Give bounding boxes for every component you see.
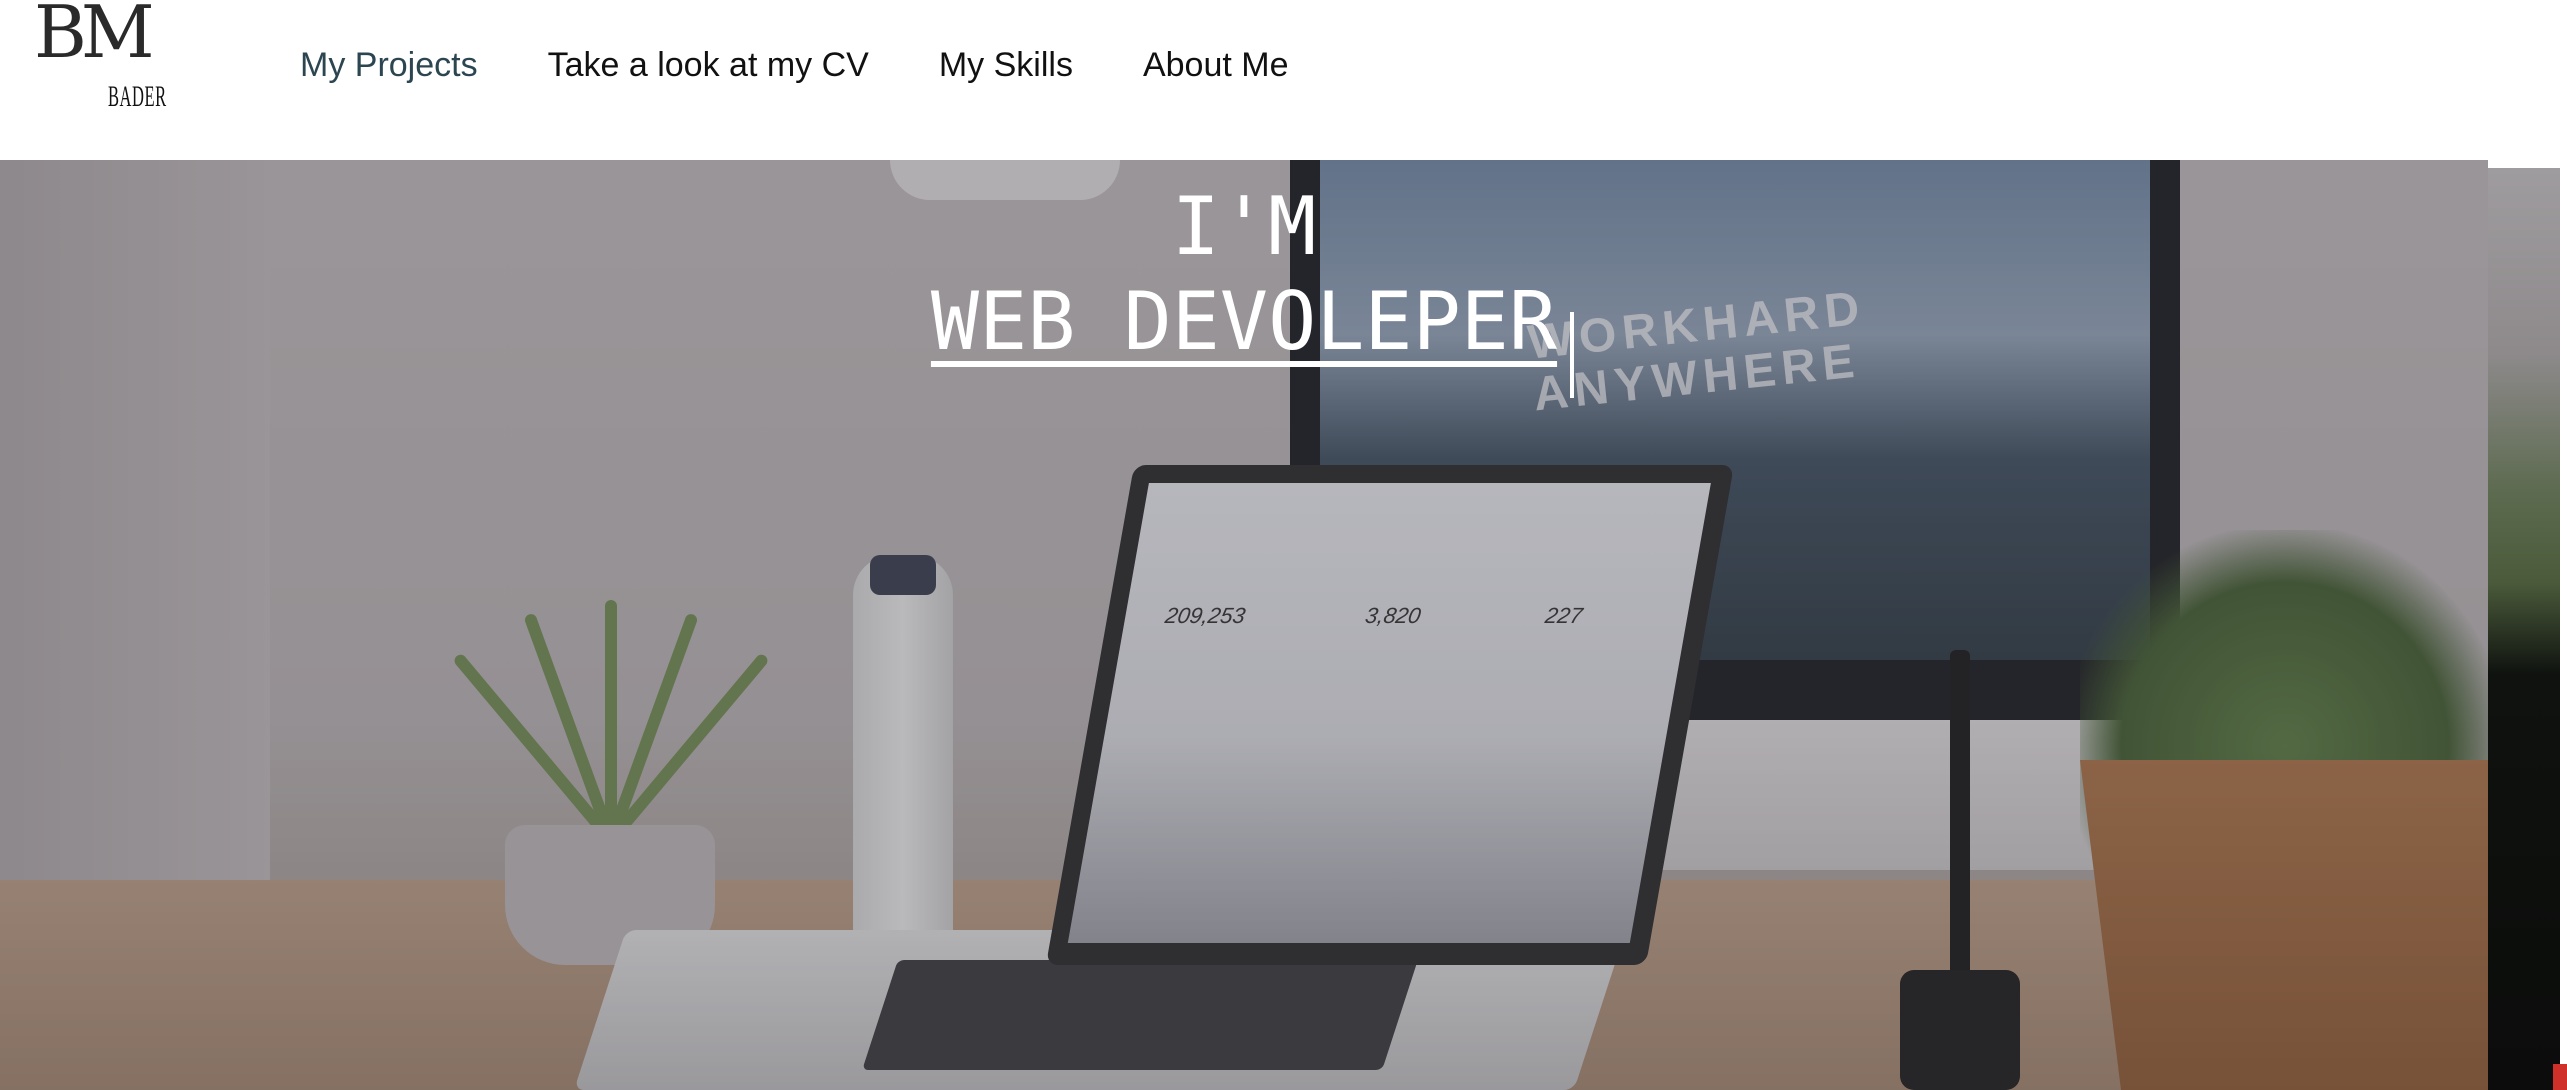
hero-role-text: WEB DEVOLEPER <box>930 275 1558 368</box>
right-edge-photo-slice <box>2488 168 2560 1090</box>
site-header: BM BADER My Projects Take a look at my C… <box>0 0 2488 160</box>
logo[interactable]: BM BADER <box>30 0 166 118</box>
nav-about-me[interactable]: About Me <box>1143 46 1289 85</box>
hero-heading-line1: I'M <box>1171 180 1317 273</box>
hero-section: WORKHARD ANYWHERE 209,253 3,820 227 I'M … <box>0 160 2488 1090</box>
logo-name: BADER <box>108 80 167 113</box>
typing-caret <box>1570 312 1574 398</box>
nav-my-skills[interactable]: My Skills <box>939 46 1073 85</box>
scroll-marker <box>2553 1064 2567 1090</box>
logo-monogram: BM <box>34 0 155 74</box>
nav-my-projects[interactable]: My Projects <box>300 46 478 85</box>
hero-heading-line2: WEB DEVOLEPER <box>0 275 2488 368</box>
main-nav: My Projects Take a look at my CV My Skil… <box>300 46 1358 85</box>
nav-cv[interactable]: Take a look at my CV <box>548 46 869 85</box>
